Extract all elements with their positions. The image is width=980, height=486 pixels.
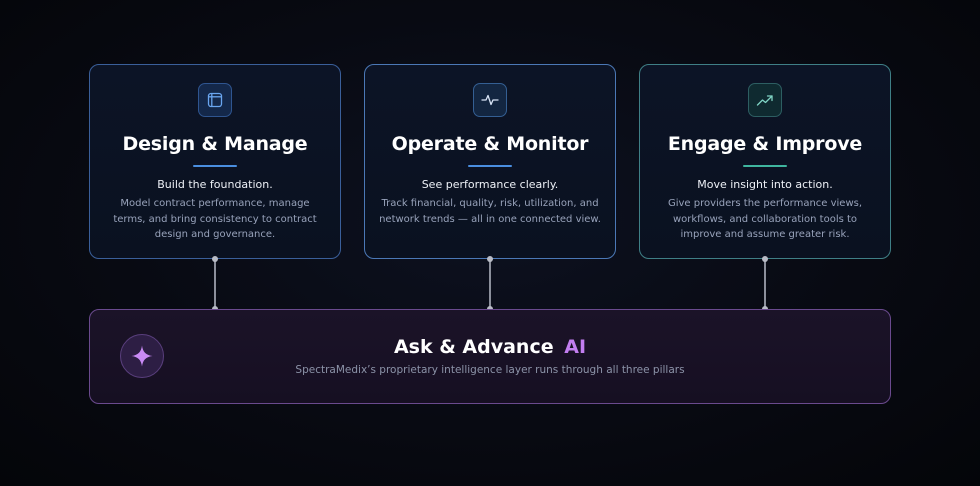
pulse-icon (473, 83, 507, 117)
connector-line (764, 259, 766, 309)
ai-title-accent: AI (564, 336, 587, 358)
connector-dot (487, 256, 493, 262)
connector-dot (212, 256, 218, 262)
title-underline (193, 165, 237, 167)
trend-up-icon (748, 83, 782, 117)
pillar-description: Track financial, quality, risk, utilizat… (379, 198, 601, 225)
pillar-subtitle: Move insight into action. (697, 178, 833, 191)
ai-layer-subtitle: SpectraMedix’s proprietary intelligence … (295, 364, 685, 376)
pillar-description: Give providers the performance views, wo… (667, 198, 863, 240)
pillars-diagram: Design & Manage Build the foundation. Mo… (0, 0, 980, 486)
ai-title-text: Ask & Advance (393, 336, 554, 358)
connector-line (214, 259, 216, 309)
title-underline (743, 165, 787, 167)
pillar-description: Model contract performance, manage terms… (113, 198, 317, 240)
title-underline (468, 165, 512, 167)
pillar-subtitle: Build the foundation. (157, 178, 273, 191)
layout-icon (198, 83, 232, 117)
pillar-card-operate-monitor: Operate & Monitor See performance clearl… (364, 64, 616, 259)
pillar-subtitle: See performance clearly. (421, 178, 559, 191)
pillar-card-design-manage: Design & Manage Build the foundation. Mo… (89, 64, 341, 259)
pillar-card-engage-improve: Engage & Improve Move insight into actio… (639, 64, 891, 259)
connector-line (489, 259, 491, 309)
connector-dot (762, 256, 768, 262)
ai-layer-title: Ask & Advance AI (90, 336, 890, 358)
pillar-title: Operate & Monitor (391, 133, 589, 155)
pillar-title: Engage & Improve (667, 133, 863, 155)
ai-layer-bar: Ask & Advance AI SpectraMedix’s propriet… (89, 309, 891, 404)
pillar-title: Design & Manage (122, 133, 308, 155)
